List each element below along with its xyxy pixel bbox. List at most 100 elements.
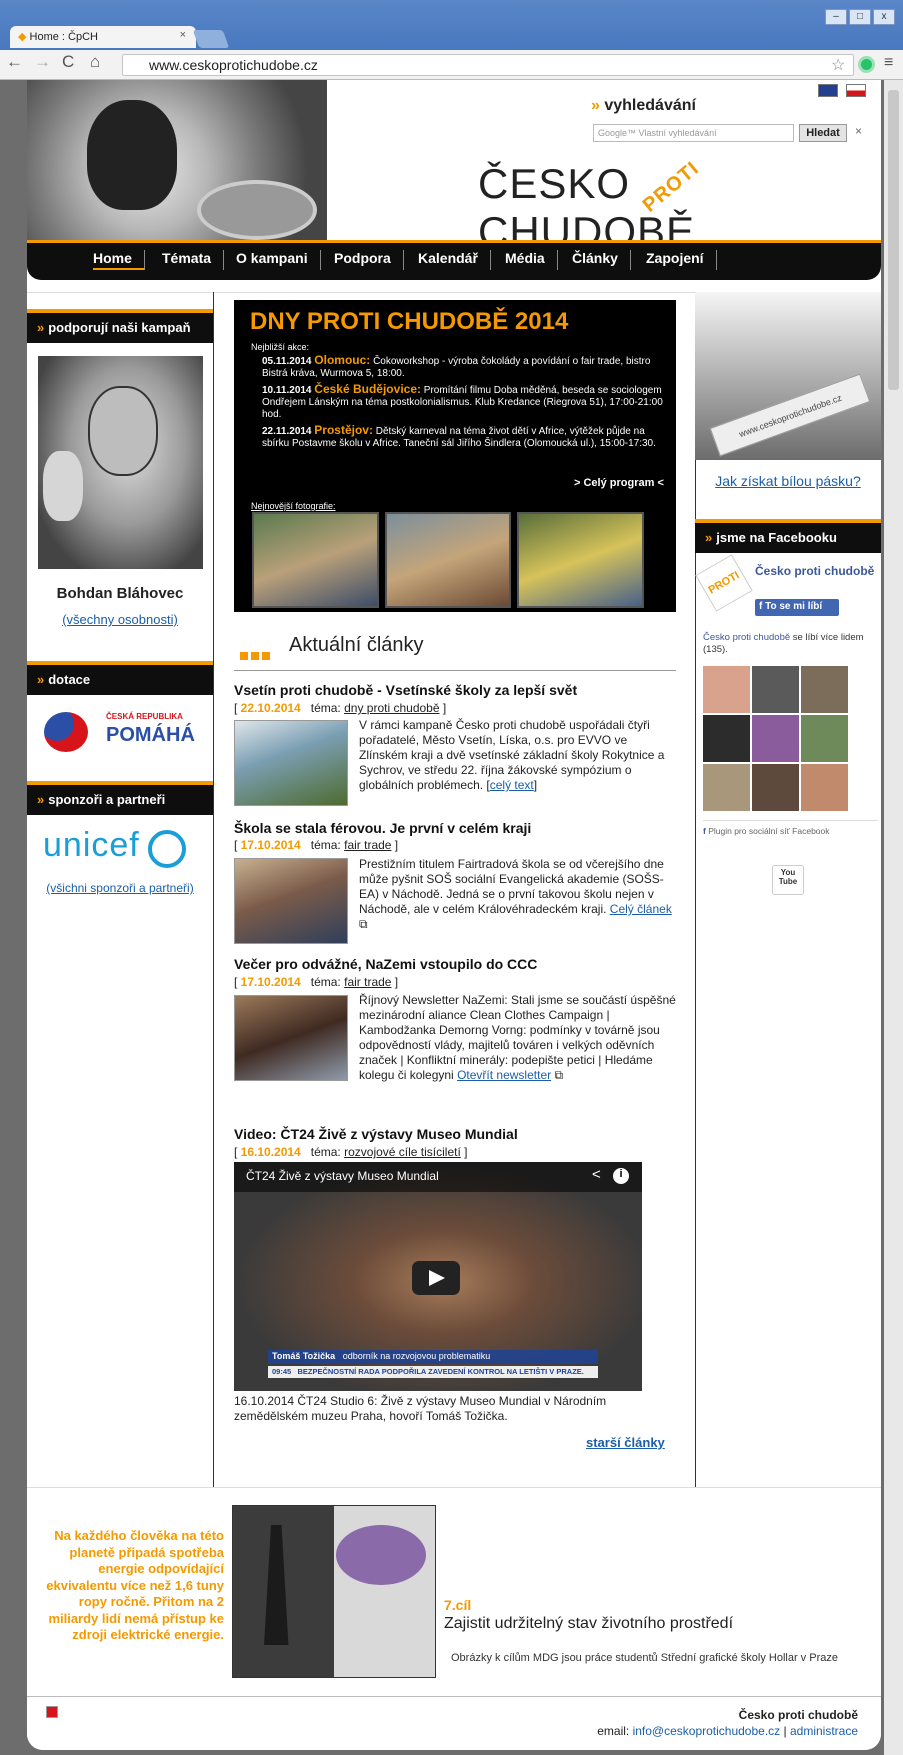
bar-prefix: » — [37, 672, 45, 687]
footer-org: Česko proti chudobě — [738, 1708, 858, 1722]
article-title[interactable]: Video: ČT24 Živě z výstavy Museo Mundial — [234, 1126, 676, 1142]
heading-squares-icon — [240, 652, 248, 660]
close-window-button[interactable]: x — [873, 9, 895, 25]
left-divider — [213, 292, 214, 1487]
fb-fan-thumb[interactable] — [752, 715, 799, 762]
unicef-logo[interactable]: unicef — [43, 826, 140, 865]
search-button[interactable]: Hledat — [799, 124, 847, 142]
band-link[interactable]: Jak získat bílou pásku? — [695, 473, 881, 489]
reload-icon[interactable]: C — [62, 52, 74, 72]
logo-left: ČESKO — [478, 160, 631, 207]
fb-fan-thumb[interactable] — [703, 666, 750, 713]
nav-media[interactable]: Média — [505, 250, 558, 270]
nav-kalendar[interactable]: Kalendář — [418, 250, 491, 270]
article-topic-link[interactable]: dny proti chudobě — [344, 701, 439, 715]
extension-icon[interactable] — [858, 56, 875, 73]
event-item: 05.11.2014 Olomouc: Čokoworkshop - výrob… — [262, 354, 664, 380]
stats-icon[interactable] — [46, 1706, 58, 1718]
minimize-button[interactable]: – — [825, 9, 847, 25]
person-hand — [43, 451, 83, 521]
event-photo-3[interactable] — [517, 512, 644, 608]
article-text: Prestižním titulem Fairtradová škola se … — [359, 857, 677, 932]
info-icon[interactable]: i — [613, 1168, 629, 1184]
menu-icon[interactable]: ≡ — [884, 54, 893, 72]
fb-page-name[interactable]: Česko proti chudobě — [755, 564, 875, 578]
event-photo-1[interactable] — [252, 512, 379, 608]
person-name: Bohdan Bláhovec — [56, 585, 184, 602]
full-program-link[interactable]: > Celý program < — [574, 477, 664, 489]
article-topic-link[interactable]: fair trade — [344, 838, 391, 852]
new-tab-button[interactable] — [192, 30, 230, 48]
fb-fan-thumb[interactable] — [801, 666, 848, 713]
nav-o-kampani[interactable]: O kampani — [236, 250, 321, 270]
address-bar[interactable]: www.ceskoprotichudobe.cz — [122, 54, 854, 76]
facebook-heading: » jsme na Facebooku — [695, 519, 881, 553]
browser-tab[interactable]: ◆ Home : ČpCH × — [10, 26, 196, 48]
person-head — [88, 386, 158, 476]
article-title[interactable]: Večer pro odvážné, NaZemi vstoupilo do C… — [234, 956, 676, 972]
maximize-button[interactable]: □ — [849, 9, 871, 25]
admin-link[interactable]: administrace — [790, 1724, 858, 1738]
email-link[interactable]: info@ceskoprotichudobe.cz — [633, 1724, 781, 1738]
search-label: vyhledávání — [604, 97, 696, 114]
article-thumb[interactable] — [234, 995, 348, 1081]
all-sponsors-link[interactable]: (všichni sponzoři a partneři) — [27, 881, 213, 895]
nav-zapojeni[interactable]: Zapojení — [646, 250, 717, 270]
czech-flag-icon[interactable] — [846, 84, 866, 97]
older-articles-link[interactable]: starší články — [586, 1435, 665, 1450]
article-more-link[interactable]: Otevřít newsletter — [457, 1068, 551, 1082]
events-title[interactable]: DNY PROTI CHUDOBĚ 2014 — [250, 308, 568, 336]
fb-fan-thumb[interactable] — [703, 715, 750, 762]
article-title[interactable]: Škola se stala férovou. Je první v celém… — [234, 820, 676, 836]
article-topic-link[interactable]: rozvojové cíle tisíciletí — [344, 1145, 461, 1159]
nav-temata[interactable]: Témata — [162, 250, 225, 270]
article-more-link[interactable]: celý text — [490, 778, 534, 792]
fb-fan-thumb[interactable] — [801, 764, 848, 811]
event-photo-2[interactable] — [385, 512, 511, 608]
fb-fan-thumb[interactable] — [752, 666, 799, 713]
english-flag-icon[interactable] — [818, 84, 838, 97]
external-link-icon: ⧉ — [554, 1068, 564, 1082]
fb-count-link[interactable]: Česko proti chudobě — [703, 632, 790, 643]
event-city: Olomouc: — [314, 353, 371, 367]
person-photo[interactable] — [38, 356, 203, 569]
sponsors-heading: » sponzoři a partneři — [27, 781, 213, 815]
article-more-link[interactable]: Celý článek — [610, 902, 672, 916]
article-thumb[interactable] — [234, 720, 348, 806]
bar-prefix: » — [705, 530, 713, 545]
event-date: 22.11.2014 — [262, 426, 312, 437]
window-controls: – □ x — [823, 8, 895, 25]
dotace-logo-top[interactable]: ČESKÁ REPUBLIKA — [106, 712, 183, 721]
fb-like-label: To se mi líbí — [765, 601, 823, 612]
nav-clanky[interactable]: Články — [572, 250, 631, 270]
fb-count: Česko proti chudobě se líbí více lidem (… — [703, 632, 878, 656]
video-title[interactable]: ČT24 Živě z výstavy Museo Mundial — [246, 1169, 439, 1183]
sponsors-title: sponzoři a partneři — [48, 792, 166, 807]
search-input[interactable]: Google™ Vlastní vyhledávání — [593, 124, 794, 142]
home-icon[interactable]: ⌂ — [90, 52, 100, 72]
nav-podpora[interactable]: Podpora — [334, 250, 404, 270]
article-thumb[interactable] — [234, 858, 348, 944]
footer-fact-text: Na každého člověka na této planetě připa… — [46, 1528, 224, 1642]
dotace-logo-bottom[interactable]: POMÁHÁ — [106, 724, 195, 747]
heading-rule — [234, 670, 676, 671]
article-topic-link[interactable]: fair trade — [344, 975, 391, 989]
fb-like-button[interactable]: f To se mi líbí — [755, 599, 839, 616]
tab-close-icon[interactable]: × — [180, 29, 186, 41]
topic-label: téma: — [310, 1145, 341, 1159]
fb-fan-thumb[interactable] — [752, 764, 799, 811]
forward-icon[interactable]: → — [34, 52, 51, 72]
youtube-icon[interactable]: You Tube — [772, 865, 804, 895]
article-text: V rámci kampaně Česko proti chudobě uspo… — [359, 718, 665, 792]
article-title[interactable]: Vsetín proti chudobě - Vsetínské školy z… — [234, 682, 676, 698]
bookmark-star-icon[interactable]: ☆ — [831, 55, 845, 75]
nav-home[interactable]: Home — [93, 250, 145, 270]
topic-label: téma: — [310, 701, 341, 715]
header-photo — [27, 80, 327, 248]
share-icon[interactable]: < — [592, 1166, 601, 1183]
fb-fan-thumb[interactable] — [703, 764, 750, 811]
fb-fan-thumb[interactable] — [801, 715, 848, 762]
all-people-link[interactable]: (všechny osobnosti) — [27, 612, 213, 627]
back-icon[interactable]: ← — [6, 52, 23, 72]
search-clear-icon[interactable]: × — [855, 124, 862, 138]
